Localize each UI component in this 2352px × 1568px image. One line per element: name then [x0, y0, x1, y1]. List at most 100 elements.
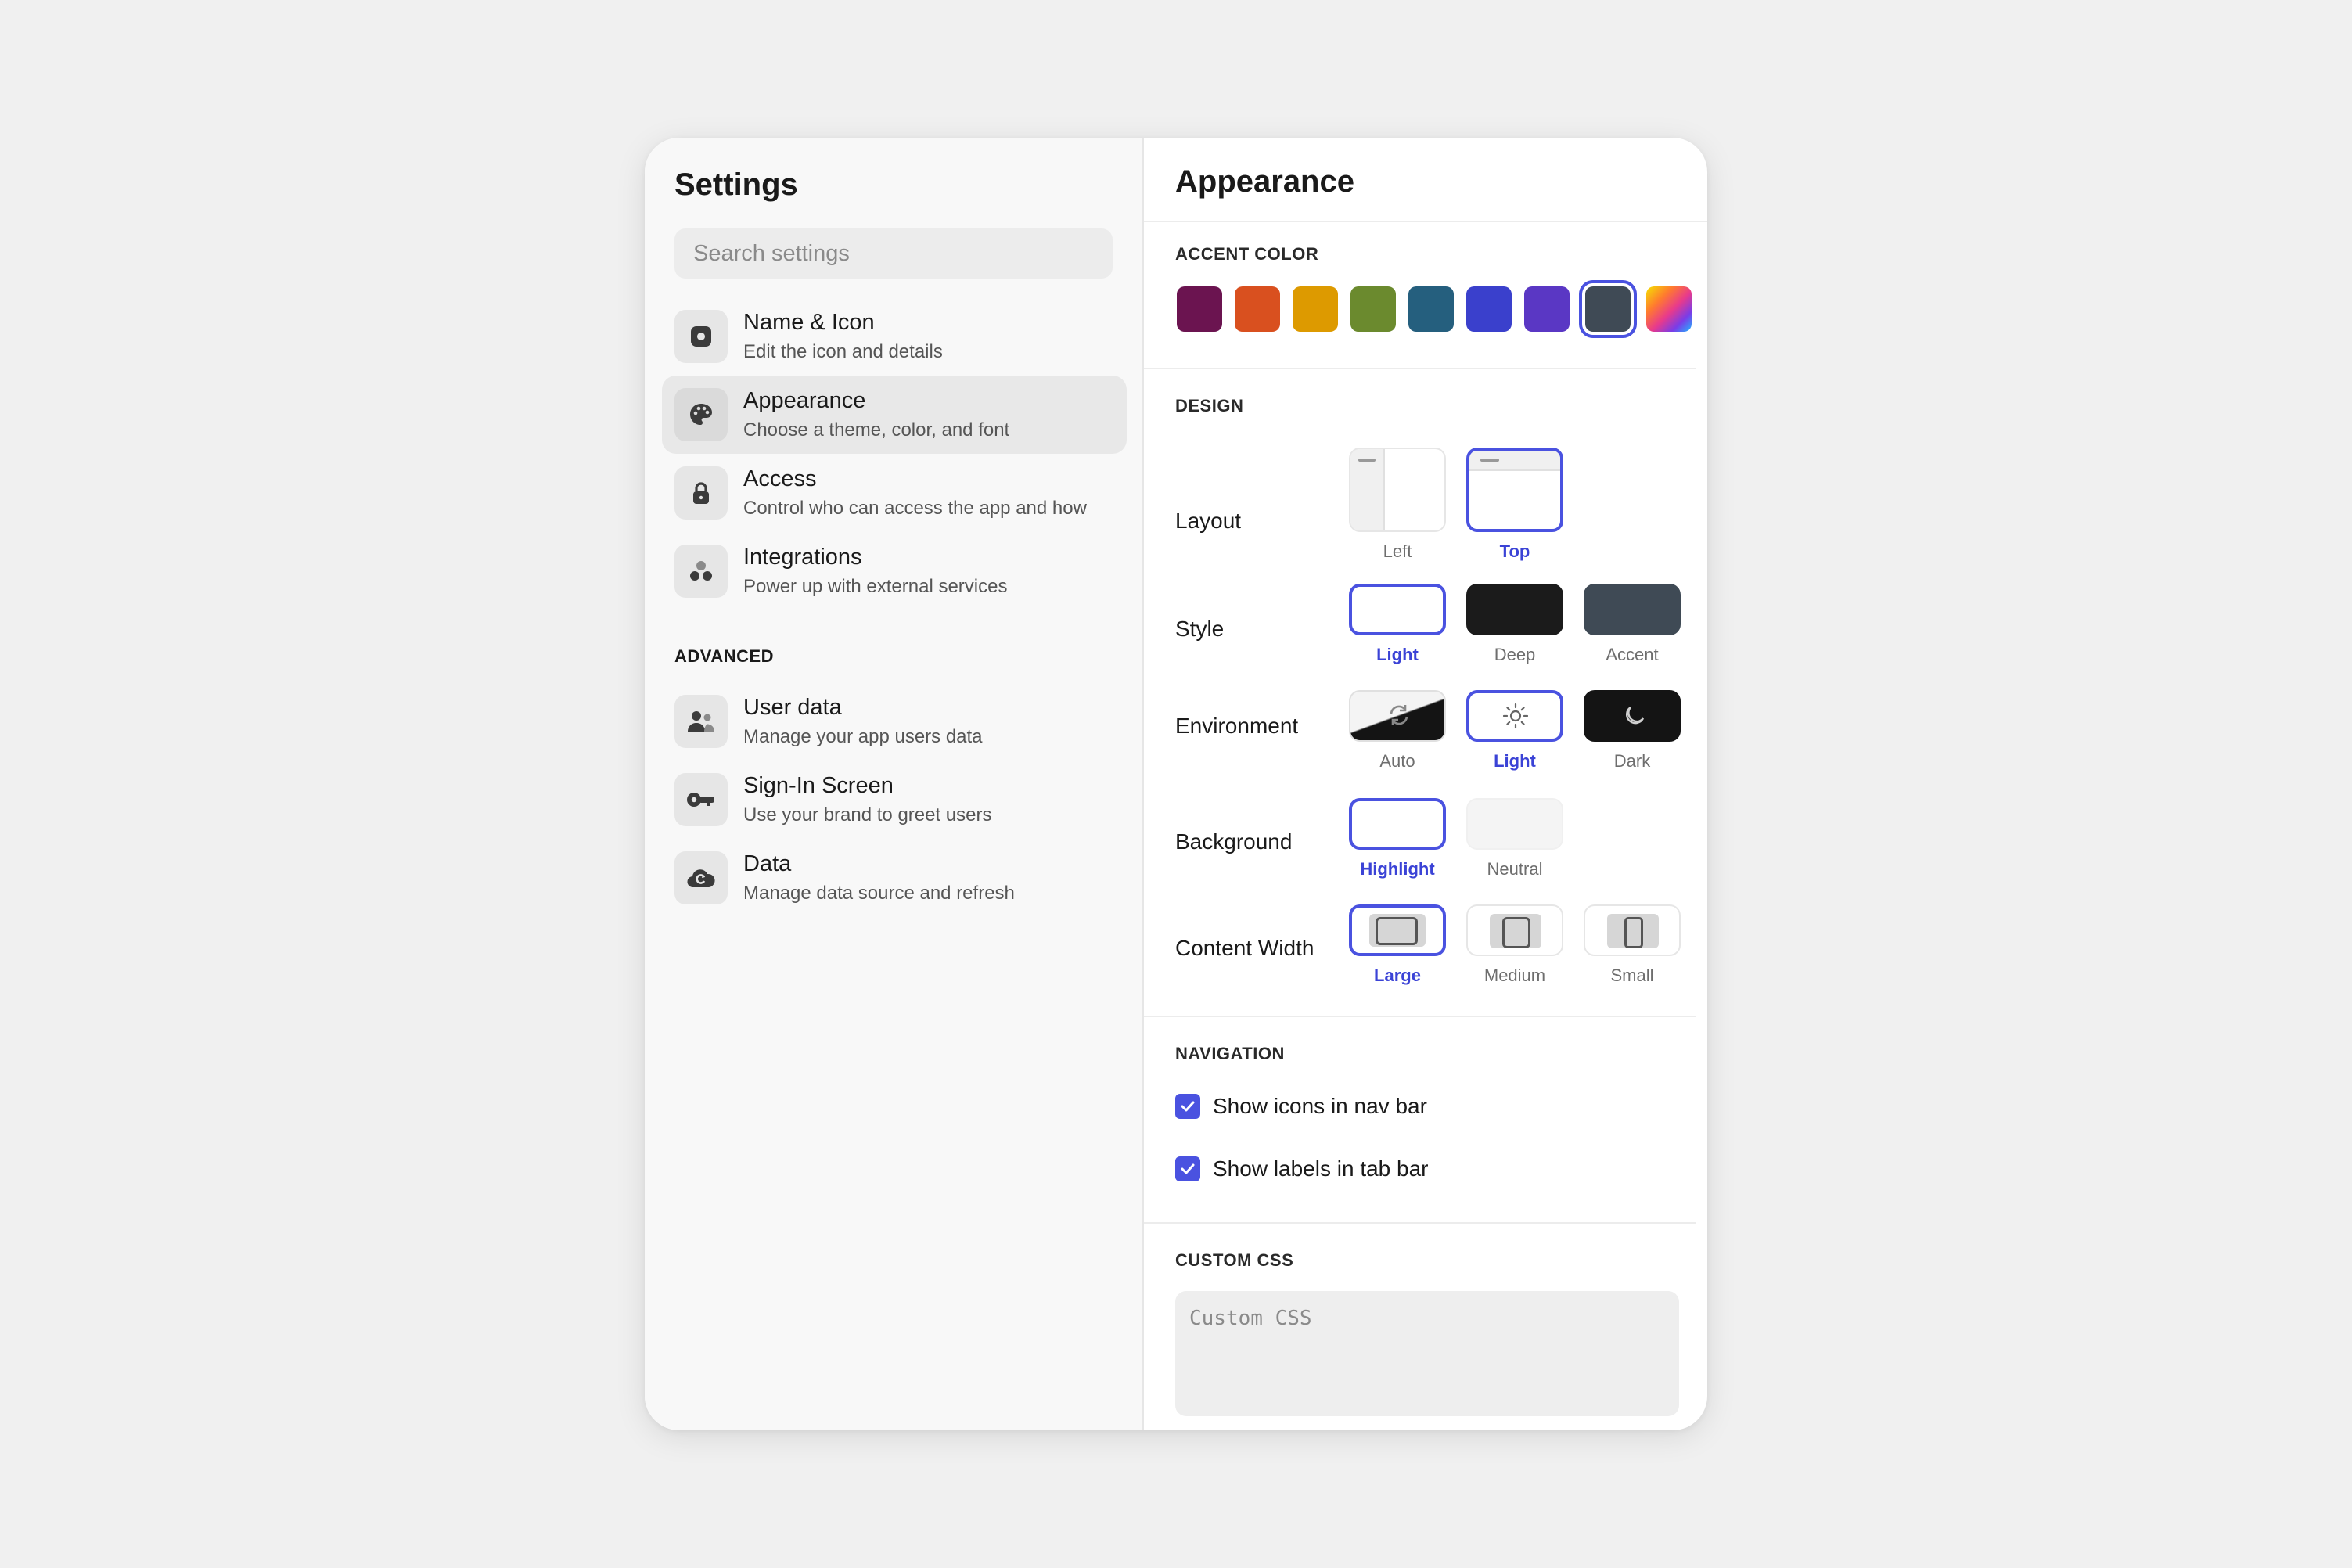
option-caption: Left — [1383, 541, 1412, 561]
design-divider — [1144, 1016, 1696, 1017]
page-title: Appearance — [1175, 164, 1354, 199]
accent-divider — [1144, 368, 1696, 369]
cloud-sync-icon — [674, 851, 728, 904]
sidebar-item-desc: Control who can access the app and how — [743, 497, 1087, 519]
style-option-accent[interactable]: Accent — [1584, 584, 1681, 665]
sidebar-item-access[interactable]: Access Control who can access the app an… — [662, 454, 1127, 532]
design-heading: DESIGN — [1175, 396, 1244, 415]
sidebar-item-desc: Edit the icon and details — [743, 340, 943, 362]
sidebar-item-label: Sign-In Screen — [743, 773, 894, 798]
layout-option-top[interactable]: Top — [1466, 448, 1563, 562]
option-caption: Light — [1494, 751, 1536, 771]
option-caption: Deep — [1494, 645, 1536, 664]
option-caption: Medium — [1483, 966, 1546, 985]
appearance-panel: Appearance ACCENT COLOR DESIGN Layout Le… — [1144, 138, 1707, 1430]
show-labels-checkbox[interactable] — [1175, 1156, 1200, 1181]
option-caption: Dark — [1613, 751, 1651, 771]
users-icon — [674, 695, 728, 748]
custom-css-heading: CUSTOM CSS — [1175, 1250, 1294, 1270]
sidebar-item-label: User data — [743, 695, 842, 720]
environment-option-light[interactable]: Light — [1466, 690, 1563, 771]
sidebar-item-label: Appearance — [743, 388, 866, 413]
background-label: Background — [1175, 829, 1293, 854]
accent-swatch[interactable] — [1177, 286, 1222, 332]
style-accent-preview — [1584, 584, 1681, 635]
sidebar-item-user-data[interactable]: User data Manage your app users data — [662, 682, 1127, 761]
sidebar-item-appearance[interactable]: Appearance Choose a theme, color, and fo… — [662, 376, 1127, 454]
sidebar-item-desc: Choose a theme, color, and font — [743, 419, 1010, 441]
sun-icon — [1502, 703, 1529, 733]
style-option-light[interactable]: Light — [1349, 584, 1446, 665]
show-icons-checkbox[interactable] — [1175, 1094, 1200, 1119]
custom-color-swatch[interactable] — [1646, 286, 1692, 332]
layout-label: Layout — [1175, 509, 1242, 533]
advanced-heading: ADVANCED — [674, 646, 775, 666]
accent-swatch[interactable] — [1466, 286, 1512, 332]
style-option-deep[interactable]: Deep — [1466, 584, 1563, 665]
option-caption: Top — [1499, 541, 1530, 561]
option-caption: Large — [1374, 966, 1421, 985]
style-label: Style — [1175, 617, 1225, 641]
app-icon-icon — [674, 310, 728, 363]
content-width-option-medium[interactable]: Medium — [1466, 904, 1563, 986]
accent-swatch[interactable] — [1408, 286, 1454, 332]
content-width-option-small[interactable]: Small — [1584, 904, 1681, 986]
sync-icon — [1386, 703, 1412, 732]
lock-icon — [674, 466, 728, 520]
layout-option-left[interactable]: Left — [1349, 448, 1446, 562]
sidebar-item-desc: Manage your app users data — [743, 725, 983, 747]
accent-swatch[interactable] — [1579, 280, 1637, 338]
accent-color-heading: ACCENT COLOR — [1175, 244, 1319, 264]
background-option-neutral[interactable]: Neutral — [1466, 798, 1563, 879]
sidebar-item-name-icon[interactable]: Name & Icon Edit the icon and details — [662, 297, 1127, 376]
environment-light-preview — [1466, 690, 1563, 742]
style-deep-preview — [1466, 584, 1563, 635]
show-labels-checkbox-row[interactable]: Show labels in tab bar — [1175, 1156, 1429, 1181]
environment-label: Environment — [1175, 714, 1299, 738]
search-input[interactable] — [674, 228, 1113, 279]
sidebar-item-sign-in-screen[interactable]: Sign-In Screen Use your brand to greet u… — [662, 761, 1127, 839]
layout-left-preview — [1349, 448, 1446, 532]
settings-window: Settings Name & Icon Edit the icon and d… — [645, 138, 1707, 1430]
key-icon — [674, 773, 728, 826]
moon-icon — [1621, 703, 1646, 732]
integrations-icon — [674, 545, 728, 598]
content-width-label: Content Width — [1175, 936, 1314, 960]
navigation-heading: NAVIGATION — [1175, 1044, 1285, 1063]
option-caption: Neutral — [1487, 859, 1543, 879]
checkmark-icon — [1181, 1101, 1195, 1112]
show-icons-checkbox-row[interactable]: Show icons in nav bar — [1175, 1094, 1427, 1119]
accent-swatch[interactable] — [1524, 286, 1570, 332]
content-width-large-preview — [1349, 904, 1446, 956]
checkmark-icon — [1181, 1163, 1195, 1174]
accent-color-swatches — [1177, 280, 1704, 338]
option-caption: Small — [1610, 966, 1654, 985]
environment-option-auto[interactable]: Auto — [1349, 690, 1446, 771]
background-option-highlight[interactable]: Highlight — [1349, 798, 1446, 879]
sidebar-item-desc: Use your brand to greet users — [743, 804, 992, 825]
style-light-preview — [1349, 584, 1446, 635]
sidebar-item-data[interactable]: Data Manage data source and refresh — [662, 839, 1127, 917]
palette-icon — [674, 388, 728, 441]
option-caption: Highlight — [1360, 859, 1435, 879]
sidebar-title: Settings — [674, 167, 798, 202]
accent-swatch[interactable] — [1235, 286, 1280, 332]
option-caption: Light — [1376, 645, 1419, 664]
sidebar-item-desc: Manage data source and refresh — [743, 882, 1015, 904]
accent-swatch[interactable] — [1350, 286, 1396, 332]
environment-auto-preview — [1349, 690, 1446, 742]
option-caption: Auto — [1379, 751, 1415, 771]
accent-swatch[interactable] — [1293, 286, 1338, 332]
option-caption: Accent — [1606, 645, 1659, 664]
environment-option-dark[interactable]: Dark — [1584, 690, 1681, 771]
show-labels-label: Show labels in tab bar — [1213, 1156, 1429, 1181]
environment-dark-preview — [1584, 690, 1681, 742]
sidebar-item-integrations[interactable]: Integrations Power up with external serv… — [662, 532, 1127, 610]
sidebar: Settings Name & Icon Edit the icon and d… — [645, 138, 1144, 1430]
background-highlight-preview — [1349, 798, 1446, 850]
custom-css-input[interactable] — [1175, 1291, 1679, 1416]
show-icons-label: Show icons in nav bar — [1213, 1094, 1427, 1118]
content-width-option-large[interactable]: Large — [1349, 904, 1446, 986]
sidebar-item-label: Access — [743, 466, 817, 491]
content-width-small-preview — [1584, 904, 1681, 956]
